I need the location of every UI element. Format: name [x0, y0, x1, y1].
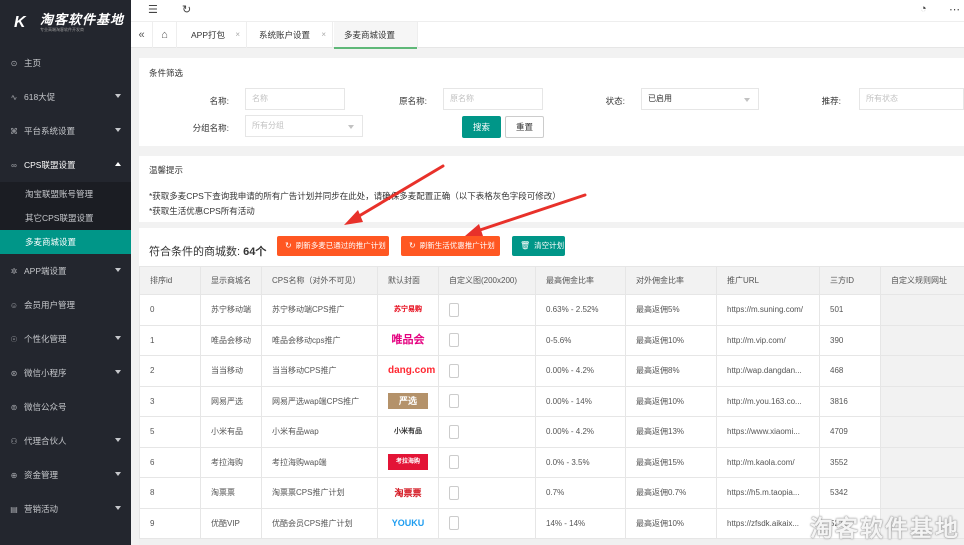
watermark: 淘客软件基地	[810, 515, 960, 541]
annotation-arrows	[344, 164, 587, 236]
red-arrow-2	[465, 193, 587, 236]
red-arrow-1	[344, 164, 445, 225]
